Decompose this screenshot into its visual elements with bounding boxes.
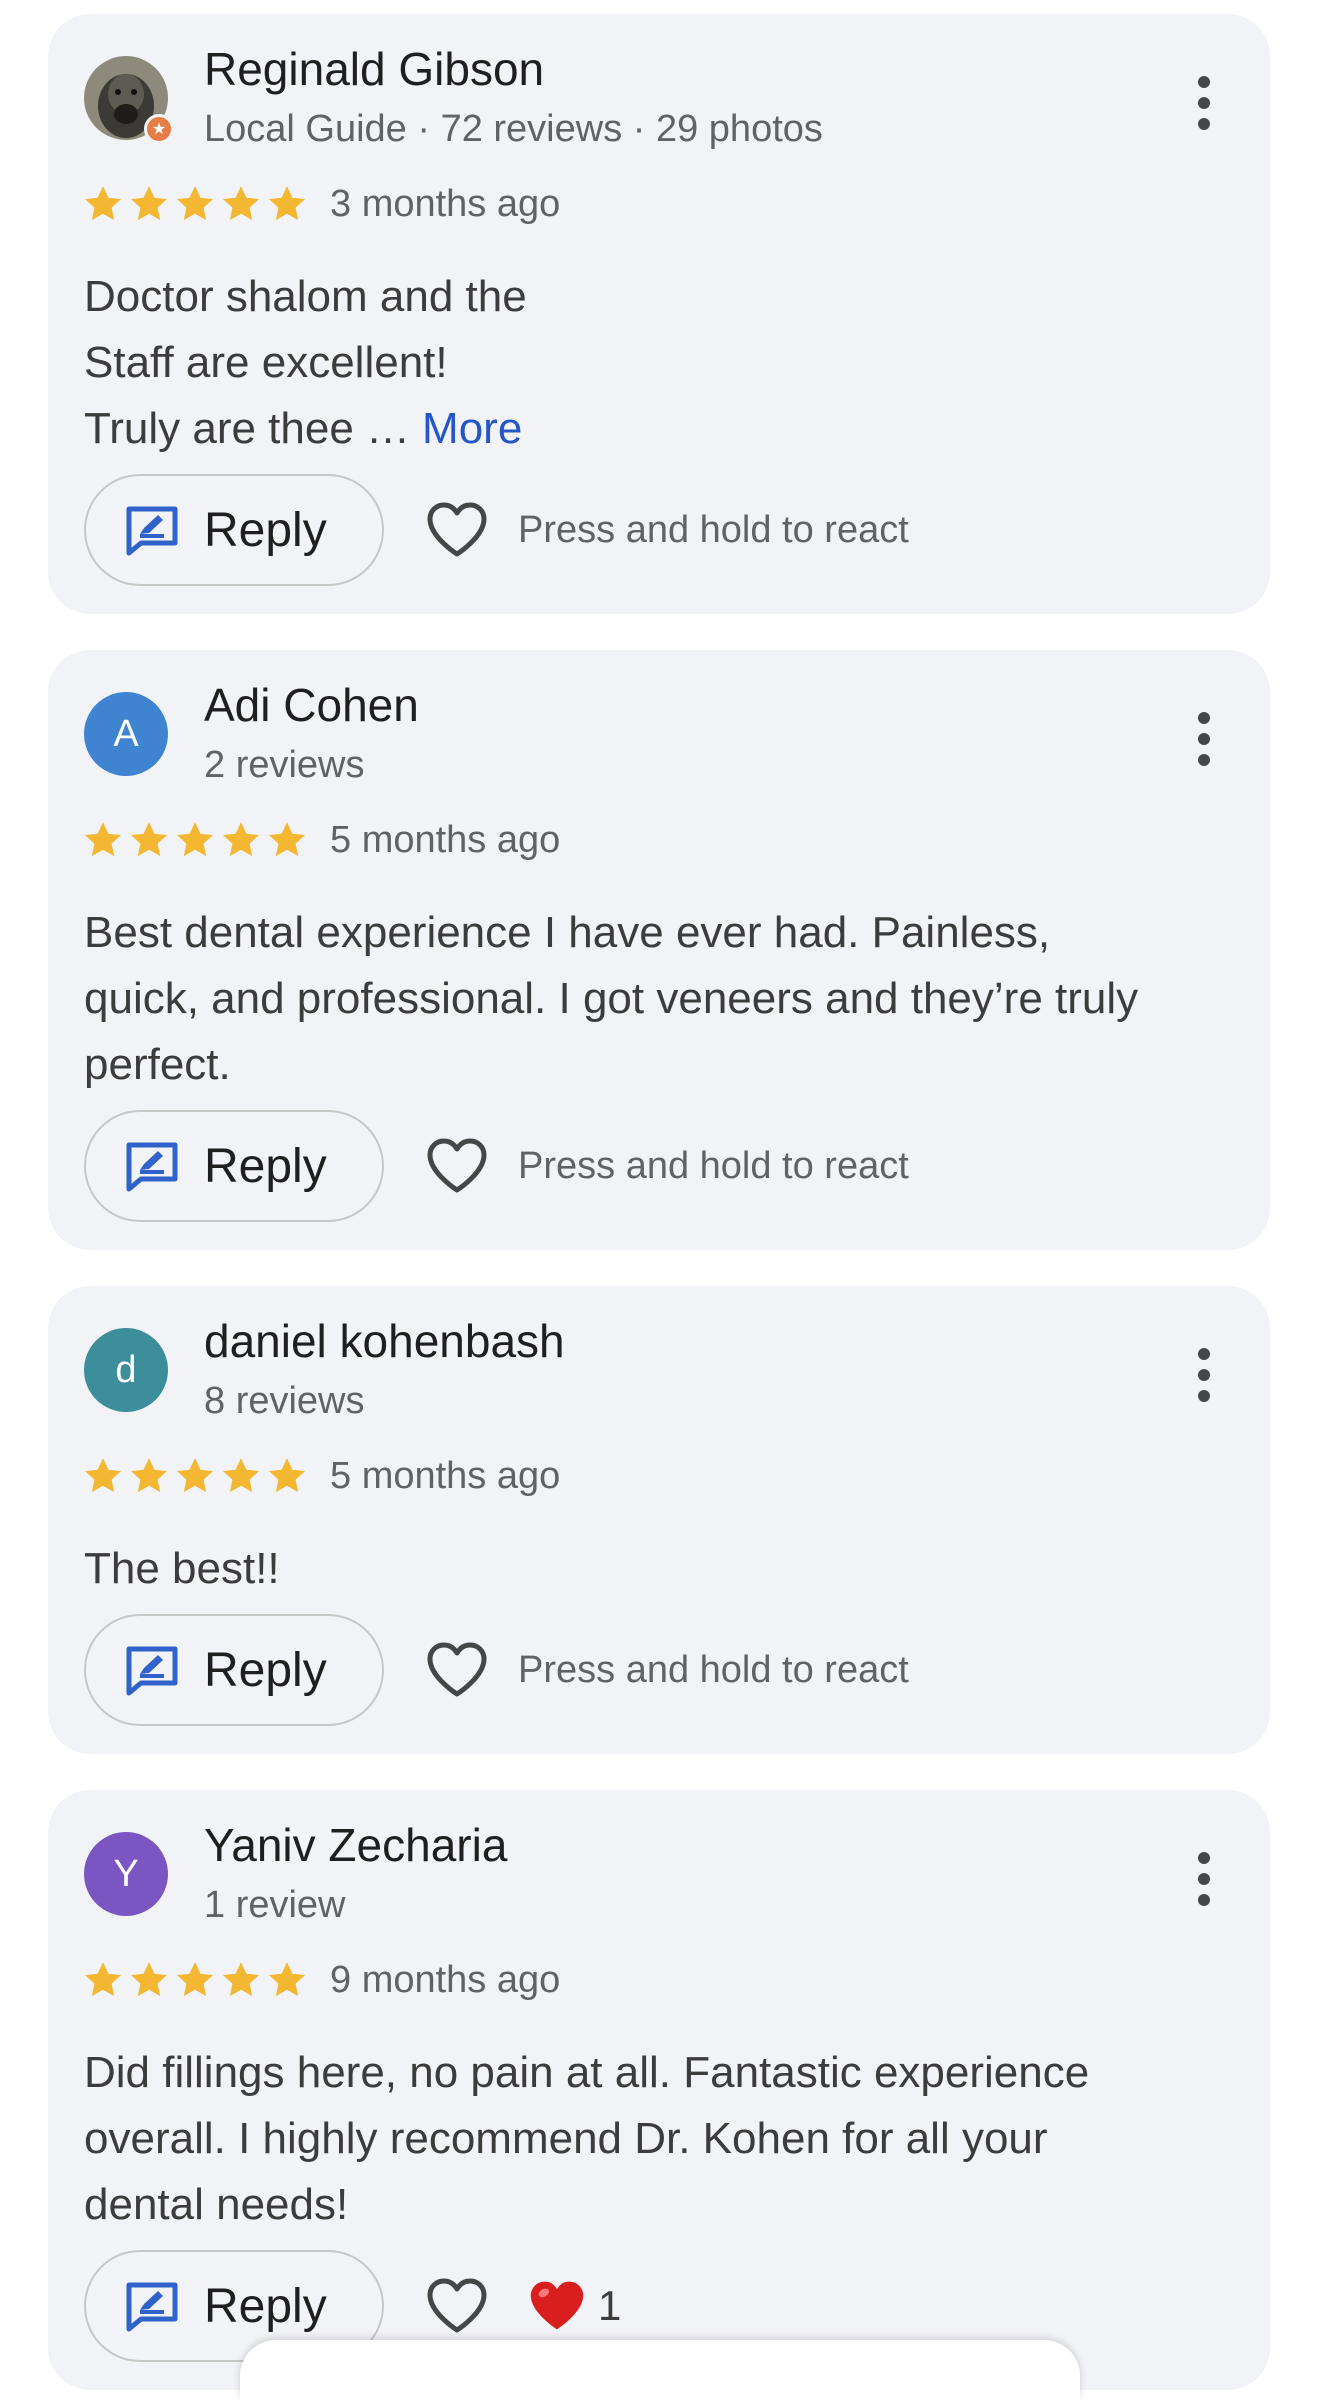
star-icon	[176, 186, 214, 221]
rating-row: 3 months ago	[82, 180, 560, 228]
review-text: Did fillings here, no pain at all. Fanta…	[84, 2040, 1244, 2238]
reply-button[interactable]: Reply	[84, 1614, 384, 1726]
react-hint: Press and hold to react	[518, 1144, 909, 1187]
review-actions: Reply Press and hold to react	[84, 474, 909, 586]
star-icon	[268, 1458, 306, 1493]
more-options-icon[interactable]	[1194, 1348, 1214, 1404]
star-icon	[130, 1962, 168, 1997]
star-icon	[222, 1962, 260, 1997]
star-icon	[84, 186, 122, 221]
star-icon	[222, 822, 260, 857]
avatar-letter: A	[113, 712, 139, 755]
rating-row: 5 months ago	[82, 1452, 560, 1500]
review-date: 5 months ago	[330, 1454, 561, 1497]
star-icon	[84, 1962, 122, 1997]
review-text-line: quick, and professional. I got veneers a…	[84, 974, 1139, 1023]
reaction-count: 1	[598, 2282, 622, 2329]
reply-icon	[126, 506, 178, 556]
review-text-line: dental needs!	[84, 2180, 349, 2229]
star-rating	[82, 819, 308, 861]
review-date: 9 months ago	[330, 1958, 561, 2001]
red-heart-reaction-icon[interactable]	[528, 2279, 586, 2333]
bottom-sheet[interactable]	[240, 2340, 1080, 2400]
reviewer-meta: 2 reviews	[204, 744, 365, 786]
review-date: 3 months ago	[330, 182, 561, 225]
react-hint: Press and hold to react	[518, 1648, 909, 1691]
react-hint: Press and hold to react	[518, 508, 909, 551]
review-text-line: The best!!	[84, 1544, 280, 1593]
heart-outline-icon[interactable]	[426, 1138, 488, 1194]
more-options-icon[interactable]	[1194, 76, 1214, 132]
avatar[interactable]: Y	[84, 1832, 168, 1916]
reply-icon	[126, 1646, 178, 1696]
star-icon	[268, 1962, 306, 1997]
reply-icon	[126, 1142, 178, 1192]
more-options-icon[interactable]	[1194, 1852, 1214, 1908]
star-rating	[82, 183, 308, 225]
review-actions: Reply Press and hold to react	[84, 1614, 909, 1726]
review-text: Doctor shalom and the Staff are excellen…	[84, 264, 1244, 462]
review-date: 5 months ago	[330, 818, 561, 861]
review-text-line: Staff are excellent!	[84, 338, 448, 387]
reviewer-meta: Local Guide · 72 reviews · 29 photos	[204, 108, 823, 150]
rating-row: 9 months ago	[82, 1956, 560, 2004]
star-rating	[82, 1455, 308, 1497]
review-text-line: Best dental experience I have ever had. …	[84, 908, 1051, 957]
review-text-line: perfect.	[84, 1040, 231, 1089]
review-card: d daniel kohenbash 8 reviews 5 months ag…	[48, 1286, 1270, 1754]
reply-label: Reply	[204, 503, 327, 557]
avatar[interactable]: A	[84, 692, 168, 776]
rating-row: 5 months ago	[82, 816, 560, 864]
star-icon	[268, 822, 306, 857]
reply-button[interactable]: Reply	[84, 474, 384, 586]
star-icon	[222, 1458, 260, 1493]
reviewer-meta: 1 review	[204, 1884, 346, 1926]
review-text-line: overall. I highly recommend Dr. Kohen fo…	[84, 2114, 1048, 2163]
star-icon	[176, 1962, 214, 1997]
reply-button[interactable]: Reply	[84, 1110, 384, 1222]
more-link[interactable]: More	[422, 404, 522, 453]
star-icon	[84, 822, 122, 857]
review-card: ★ Reginald Gibson Local Guide · 72 revie…	[48, 14, 1270, 614]
heart-outline-icon[interactable]	[426, 2278, 488, 2334]
review-card: Y Yaniv Zecharia 1 review 9 months ago D…	[48, 1790, 1270, 2390]
avatar[interactable]: ★	[84, 56, 174, 144]
reviewer-name[interactable]: Yaniv Zecharia	[204, 1818, 507, 1872]
review-card: A Adi Cohen 2 reviews 5 months ago Best …	[48, 650, 1270, 1250]
reviewer-name[interactable]: Adi Cohen	[204, 678, 419, 732]
star-rating	[82, 1959, 308, 2001]
star-icon	[130, 1458, 168, 1493]
review-text-line: Did fillings here, no pain at all. Fanta…	[84, 2048, 1090, 2097]
star-icon	[84, 1458, 122, 1493]
review-text: The best!!	[84, 1536, 1244, 1602]
reply-label: Reply	[204, 1139, 327, 1193]
star-icon	[176, 1458, 214, 1493]
star-icon	[130, 186, 168, 221]
reply-label: Reply	[204, 1643, 327, 1697]
review-actions: Reply Press and hold to react	[84, 1110, 909, 1222]
reply-label: Reply	[204, 2279, 327, 2333]
heart-outline-icon[interactable]	[426, 1642, 488, 1698]
reply-icon	[126, 2282, 178, 2332]
review-text: Best dental experience I have ever had. …	[84, 900, 1244, 1098]
reviewer-meta: 8 reviews	[204, 1380, 365, 1422]
more-options-icon[interactable]	[1194, 712, 1214, 768]
reviewer-name[interactable]: daniel kohenbash	[204, 1314, 565, 1368]
star-icon	[130, 822, 168, 857]
review-text-line: Truly are thee …	[84, 404, 411, 453]
reviewer-name[interactable]: Reginald Gibson	[204, 42, 544, 96]
avatar-letter: d	[115, 1348, 137, 1391]
heart-outline-icon[interactable]	[426, 502, 488, 558]
local-guide-badge-icon: ★	[144, 114, 174, 144]
star-icon	[222, 186, 260, 221]
avatar[interactable]: d	[84, 1328, 168, 1412]
star-icon	[268, 186, 306, 221]
review-text-line: Doctor shalom and the	[84, 272, 527, 321]
avatar-letter: Y	[113, 1852, 139, 1895]
star-icon	[176, 822, 214, 857]
